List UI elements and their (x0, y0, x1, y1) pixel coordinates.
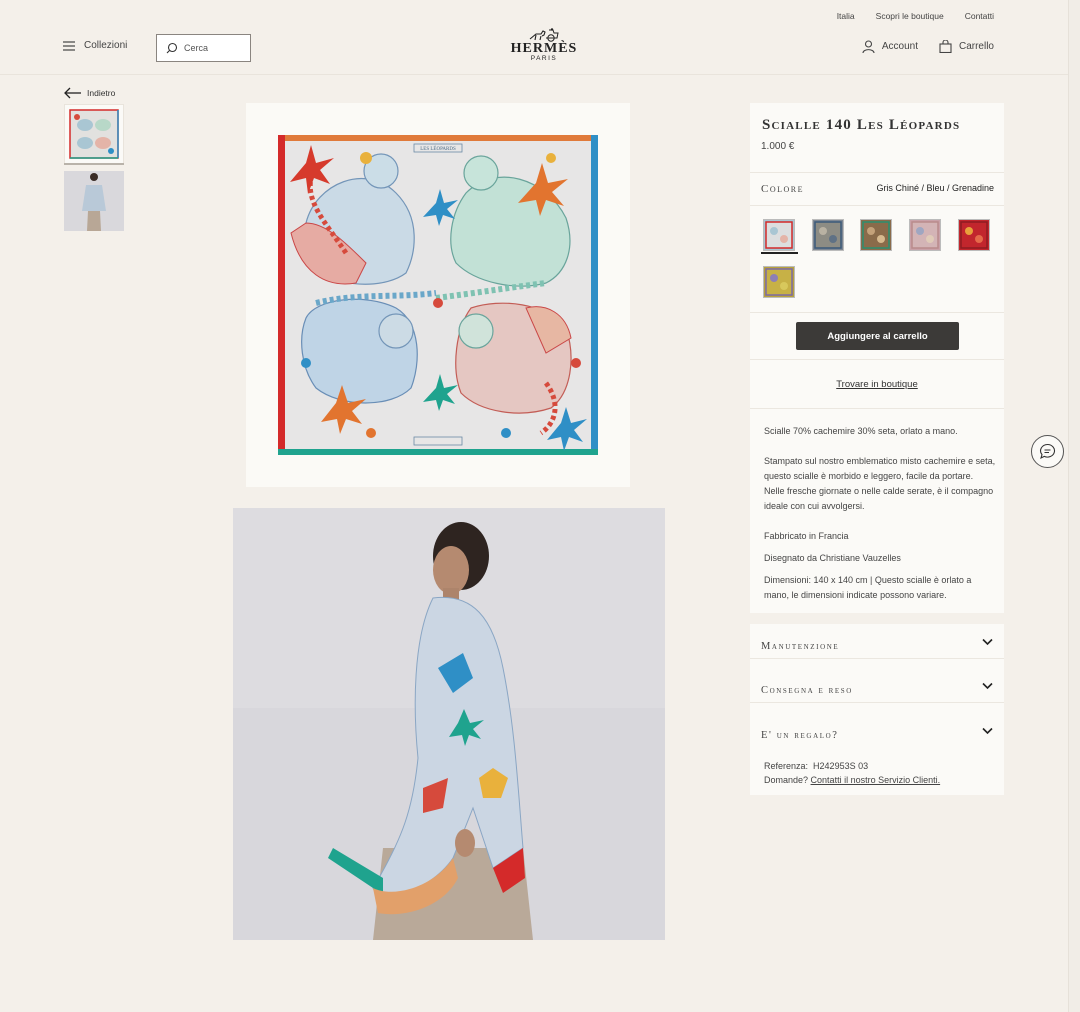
color-label: Colore (761, 183, 805, 195)
hermes-logo[interactable]: HERMÈS PARIS (509, 28, 579, 68)
product-title: Scialle 140 Les Léopards (762, 117, 961, 133)
swatch-pattern-icon (960, 221, 988, 249)
divider (750, 359, 1004, 360)
divider (750, 172, 1004, 173)
util-link-contacts[interactable]: Contatti (965, 11, 994, 21)
color-swatch-4[interactable] (909, 219, 941, 251)
accordion-delivery-returns[interactable]: Consegna e reso (750, 668, 1004, 703)
color-swatch-selected-indicator (761, 252, 798, 254)
chat-button[interactable] (1031, 435, 1064, 468)
cart-button[interactable]: Carrello (939, 40, 994, 53)
description-body: Stampato sul nostro emblematico misto ca… (764, 456, 996, 511)
arrow-left-icon (64, 87, 81, 99)
util-link-country[interactable]: Italia (837, 11, 855, 21)
color-swatch-5[interactable] (958, 219, 990, 251)
thumbnail-model[interactable] (64, 171, 124, 231)
user-icon (862, 40, 875, 53)
thumbnail-scarf[interactable] (64, 104, 124, 164)
questions-label: Domande? (764, 775, 809, 785)
utility-links: Italia Scopri le boutique Contatti (837, 11, 994, 21)
product-price: 1.000 € (761, 141, 795, 152)
search-input[interactable] (184, 43, 244, 53)
description-material: Scialle 70% cachemire 30% seta, orlato a… (764, 426, 958, 436)
accordion-gift-label: E' un regalo? (761, 730, 839, 741)
swatch-pattern-icon (911, 221, 939, 249)
horse-carriage-logo-icon (529, 28, 559, 42)
hamburger-icon (63, 40, 75, 51)
color-swatch-3[interactable] (860, 219, 892, 251)
chevron-down-icon (982, 727, 993, 735)
shopping-bag-icon (939, 40, 952, 53)
product-description: Scialle 70% cachemire 30% seta, orlato a… (764, 424, 996, 610)
reference-value: H242953S 03 (813, 761, 869, 771)
swatch-pattern-icon (814, 221, 842, 249)
description-made-in: Fabbricato in Francia (764, 531, 849, 541)
scarf-main-image[interactable]: LES LÉOPARDS (246, 103, 630, 487)
site-header: Italia Scopri le boutique Contatti Colle… (0, 0, 1068, 75)
divider (750, 408, 1004, 409)
model-thumbnail-image (64, 171, 124, 231)
divider (750, 205, 1004, 206)
chevron-down-icon (982, 638, 993, 646)
thumbnail-active-indicator (64, 163, 124, 165)
color-swatch-1[interactable] (763, 219, 795, 251)
find-in-boutique-link[interactable]: Trovare in boutique (750, 379, 1004, 390)
scarf-thumbnail-image (69, 109, 119, 159)
swatch-pattern-icon (862, 221, 890, 249)
collections-menu-button[interactable]: Collezioni (63, 40, 127, 51)
model-photo (233, 508, 665, 940)
header-actions: Account Carrello (862, 40, 994, 53)
scarf-title-print: LES LÉOPARDS (420, 146, 456, 152)
description-designer: Disegnato da Christiane Vauzelles (764, 553, 901, 563)
product-info-panel: Scialle 140 Les Léopards 1.000 € Colore … (750, 103, 1004, 613)
cart-label: Carrello (958, 41, 994, 52)
swatch-pattern-icon (765, 268, 793, 296)
account-label: Account (881, 41, 918, 52)
util-link-boutiques[interactable]: Scopri le boutique (876, 11, 944, 21)
chat-bubble-icon (1040, 443, 1056, 460)
color-swatch-6[interactable] (763, 266, 795, 298)
accordion-delivery-label: Consegna e reso (761, 685, 853, 696)
product-details-accordion: Manutenzione Consegna e reso E' un regal… (750, 624, 1004, 795)
add-to-cart-button[interactable]: Aggiungere al carrello (796, 322, 959, 350)
search-box[interactable] (156, 34, 251, 62)
back-link[interactable]: Indietro (64, 87, 115, 99)
logo-city: PARIS (530, 55, 558, 62)
accordion-care[interactable]: Manutenzione (750, 624, 1004, 659)
divider (750, 312, 1004, 313)
scarf-artwork: LES LÉOPARDS (278, 135, 598, 455)
chevron-down-icon (982, 682, 993, 690)
page-scrollbar[interactable] (1068, 0, 1080, 1012)
accordion-care-label: Manutenzione (761, 641, 840, 652)
swatch-pattern-icon (765, 221, 793, 249)
account-button[interactable]: Account (862, 40, 918, 53)
color-swatch-2[interactable] (812, 219, 844, 251)
search-icon (166, 42, 178, 54)
reference-label: Referenza: (764, 761, 809, 771)
back-label: Indietro (87, 88, 116, 98)
accordion-gift[interactable]: E' un regalo? (750, 713, 1004, 748)
model-wearing-scarf-image[interactable] (233, 508, 665, 940)
product-reference: Referenza: H242953S 03 Domande? Contatti… (764, 759, 940, 787)
description-dimensions: Dimensioni: 140 x 140 cm | Questo sciall… (764, 575, 972, 600)
customer-service-link[interactable]: Contatti il nostro Servizio Clienti. (811, 775, 941, 785)
logo-brand: HERMÈS (510, 41, 578, 56)
collections-label: Collezioni (84, 40, 128, 51)
selected-color-value: Gris Chiné / Bleu / Grenadine (876, 183, 994, 193)
